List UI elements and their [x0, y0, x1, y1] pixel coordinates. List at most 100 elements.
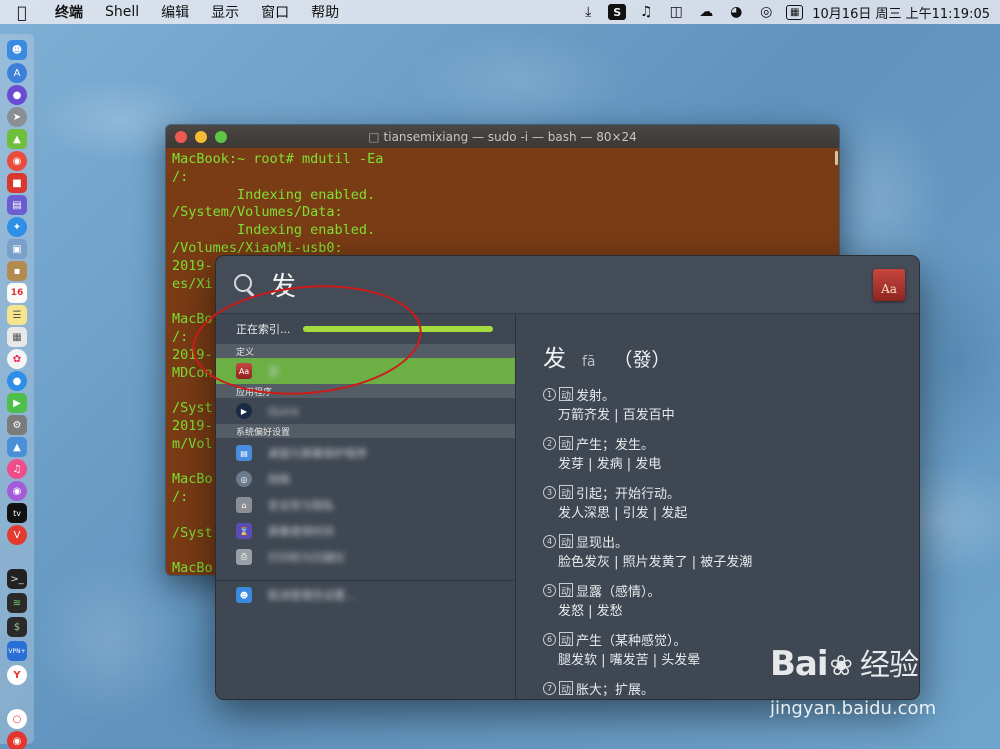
entry-heading: 发 fā （發） — [543, 339, 919, 373]
paw-icon: ❀ — [829, 649, 853, 682]
terminal-scrollbar[interactable] — [835, 151, 838, 165]
result-system-item[interactable]: ⎙ 打印机与扫描仪 — [216, 544, 515, 570]
result-system-item[interactable]: ◎ 网络 — [216, 466, 515, 492]
finder-icon[interactable]: ☻ — [7, 40, 27, 60]
terminal-title-text: tiansemixiang — sudo -i — bash — 80×24 — [383, 129, 637, 144]
close-window-button[interactable] — [175, 130, 187, 143]
calendar-dock-icon[interactable]: 16 — [7, 283, 27, 303]
sense-number: 1 — [543, 387, 556, 401]
dictionary-sense: 1 动发射。 万箭齐发 | 百发百中 — [543, 385, 919, 423]
weibo-icon[interactable]: ◉ — [7, 731, 27, 749]
preview-icon[interactable]: ▣ — [7, 239, 27, 259]
entry-headword: 发 — [543, 346, 566, 372]
status-area: ⤓ S ♫ ◫ ☁ ◕ ◎ ▦ 10月16日 周三 上午11:19:05 — [573, 0, 1000, 24]
terminal-title: □ tiansemixiang — sudo -i — bash — 80×24 — [166, 130, 839, 144]
terminal-line: MacBook:~ root# mdutil -Ea — [172, 151, 384, 167]
sense-gloss: 产生（某种感觉）。 — [576, 633, 687, 649]
search-icon — [234, 273, 256, 296]
messages-icon[interactable]: ● — [7, 371, 27, 391]
dictionary-sense: 2 动产生；发生。 发芽 | 发病 | 发电 — [543, 434, 919, 472]
apple-menu-icon[interactable]:  — [0, 3, 44, 22]
result-system-item[interactable]: ⌂ 安全性与隐私 — [216, 492, 515, 518]
sense-gloss-line: 5 动显露（感情）。 — [543, 581, 919, 600]
menu-window[interactable]: 窗口 — [250, 2, 300, 22]
music-icon[interactable]: ♫ — [7, 459, 27, 479]
result-system-item[interactable]: ☻ 取消管理员设置... — [216, 582, 515, 608]
menubar-clock[interactable]: 10月16日 周三 上午11:19:05 — [812, 3, 990, 22]
chrome-icon[interactable]: ◉ — [7, 151, 27, 171]
sense-part-of-speech: 动 — [559, 436, 573, 451]
vpn-icon[interactable]: VPN+ — [7, 641, 27, 661]
android-icon[interactable]: ▲ — [7, 129, 27, 149]
podcasts-icon[interactable]: ◉ — [7, 481, 27, 501]
notes-brown-icon[interactable]: ▪ — [7, 261, 27, 281]
entry-pinyin: fā — [582, 354, 596, 370]
menu-edit[interactable]: 编辑 — [150, 2, 200, 22]
netease-music-icon[interactable]: ○ — [7, 709, 27, 729]
notes-icon[interactable]: ☰ — [7, 305, 27, 325]
apple-tv-icon[interactable]: tv — [7, 503, 27, 523]
minimize-window-button[interactable] — [195, 130, 207, 143]
sense-number: 6 — [543, 632, 556, 646]
baidu-watermark: Bai❀ 经验 jingyan.baidu.com — [770, 640, 995, 735]
dictionary-app-icon[interactable]: Aa — [873, 269, 905, 301]
app-store-icon[interactable]: A — [7, 63, 27, 83]
activity-monitor-icon[interactable]: ≋ — [7, 593, 27, 613]
result-label: 打印机与扫描仪 — [268, 551, 345, 564]
calendar-icon[interactable]: ▦ — [786, 4, 804, 20]
s-app-icon[interactable]: S — [608, 4, 627, 20]
menu-bar:  终端 Shell 编辑 显示 窗口 帮助 ⤓ S ♫ ◫ ☁ ◕ ◎ ▦ 1… — [0, 0, 1000, 24]
result-label: 网络 — [268, 473, 290, 486]
music-note-icon[interactable]: ♫ — [636, 3, 656, 21]
vivaldi-icon[interactable]: V — [7, 525, 27, 545]
baidu-logo-jingyan: 经验 — [859, 648, 919, 683]
results-divider — [216, 580, 515, 581]
menu-view[interactable]: 显示 — [200, 2, 250, 22]
result-application[interactable]: ▶ Quick — [216, 398, 515, 424]
disk-icon[interactable]: ▤ — [7, 195, 27, 215]
result-label: 桌面与屏幕保护程序 — [268, 447, 367, 460]
result-system-item[interactable]: ⌛ 屏幕使用时间 — [216, 518, 515, 544]
result-system-item[interactable]: ▤ 桌面与屏幕保护程序 — [216, 440, 515, 466]
globe-icon[interactable]: ◎ — [756, 3, 776, 21]
menu-help[interactable]: 帮助 — [300, 2, 350, 22]
sense-gloss: 产生；发生。 — [576, 437, 655, 453]
yandex-icon[interactable]: Y — [7, 665, 27, 685]
sense-number: 2 — [543, 436, 556, 450]
sense-part-of-speech: 动 — [559, 632, 573, 647]
sense-gloss-line: 4 动显现出。 — [543, 532, 919, 551]
app-red-icon[interactable]: ■ — [7, 173, 27, 193]
sense-part-of-speech: 动 — [559, 583, 573, 598]
terminal-line: /System/Volumes/Data: — [172, 204, 343, 221]
airplay-display-icon[interactable]: ◫ — [666, 3, 686, 21]
screen-time-hourglass-icon: ⌛ — [236, 523, 252, 539]
siri-icon[interactable]: ● — [7, 85, 27, 105]
terminal-line: Indexing enabled. — [172, 186, 376, 203]
speedometer-icon[interactable]: ◕ — [726, 3, 746, 21]
ghost-icon[interactable]: ☁ — [696, 3, 716, 21]
sense-examples: 万箭齐发 | 百发百中 — [558, 408, 675, 423]
result-label: Quick — [268, 404, 300, 418]
launchpad-icon[interactable]: ➤ — [7, 107, 27, 127]
menu-terminal[interactable]: 终端 — [44, 2, 94, 22]
maps-icon[interactable]: ▦ — [7, 327, 27, 347]
download-icon[interactable]: ⤓ — [578, 3, 598, 21]
finder-face-icon: ☻ — [236, 587, 252, 603]
terminal-titlebar[interactable]: □ tiansemixiang — sudo -i — bash — 80×24 — [166, 125, 839, 148]
security-house-icon: ⌂ — [236, 497, 252, 513]
sense-part-of-speech: 动 — [559, 485, 573, 500]
menu-shell[interactable]: Shell — [94, 4, 150, 20]
sense-part-of-speech: 动 — [559, 681, 573, 696]
terminal-dock-icon[interactable]: >_ — [7, 569, 27, 589]
sense-examples: 脸色发灰 | 照片发黄了 | 被子发潮 — [558, 555, 753, 570]
sense-examples: 发怒 | 发愁 — [558, 604, 623, 619]
sense-gloss-line: 2 动产生；发生。 — [543, 434, 919, 453]
system-prefs-icon[interactable]: ⚙ — [7, 415, 27, 435]
maximize-window-button[interactable] — [215, 130, 227, 143]
console-icon[interactable]: $ — [7, 617, 27, 637]
facetime-icon[interactable]: ▶ — [7, 393, 27, 413]
network-globe-icon: ◎ — [236, 471, 252, 487]
keynote-icon[interactable]: ▲ — [7, 437, 27, 457]
safari-icon[interactable]: ✦ — [7, 217, 27, 237]
photos-icon[interactable]: ✿ — [7, 349, 27, 369]
